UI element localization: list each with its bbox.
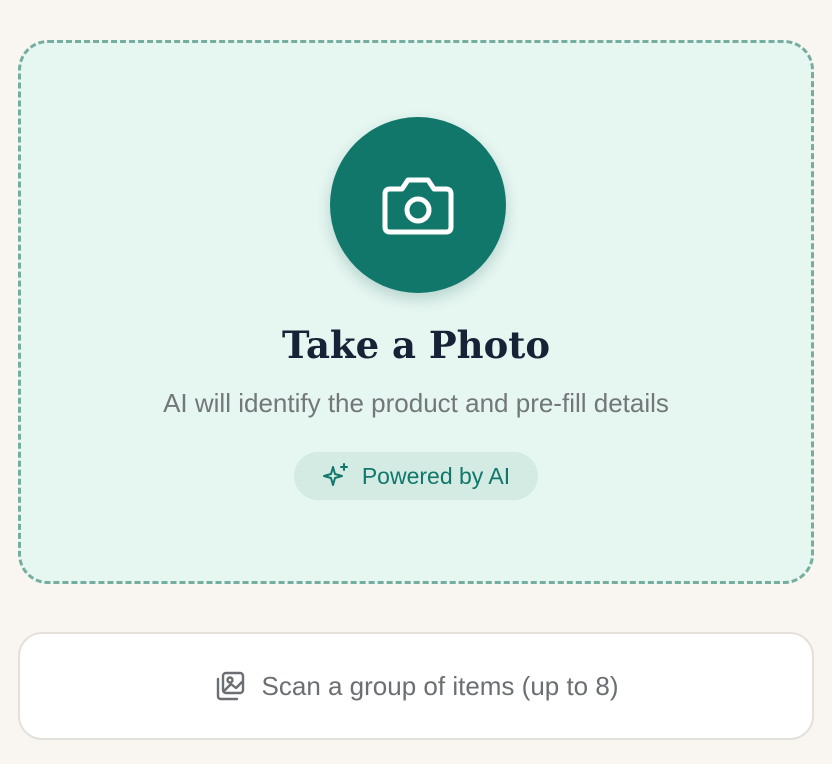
- card-title: Take a Photo: [281, 323, 551, 367]
- camera-icon: [380, 173, 456, 237]
- sparkles-icon: [322, 462, 350, 490]
- powered-by-ai-badge: Powered by AI: [294, 452, 538, 500]
- card-subtitle: AI will identify the product and pre-fil…: [163, 388, 669, 418]
- scan-group-button[interactable]: Scan a group of items (up to 8): [18, 632, 814, 740]
- badge-label: Powered by AI: [361, 463, 511, 489]
- scan-group-label: Scan a group of items (up to 8): [261, 671, 619, 701]
- camera-button[interactable]: [330, 117, 506, 293]
- image-gallery-icon: [214, 670, 246, 702]
- take-photo-card[interactable]: Take a Photo AI will identify the produc…: [18, 40, 814, 584]
